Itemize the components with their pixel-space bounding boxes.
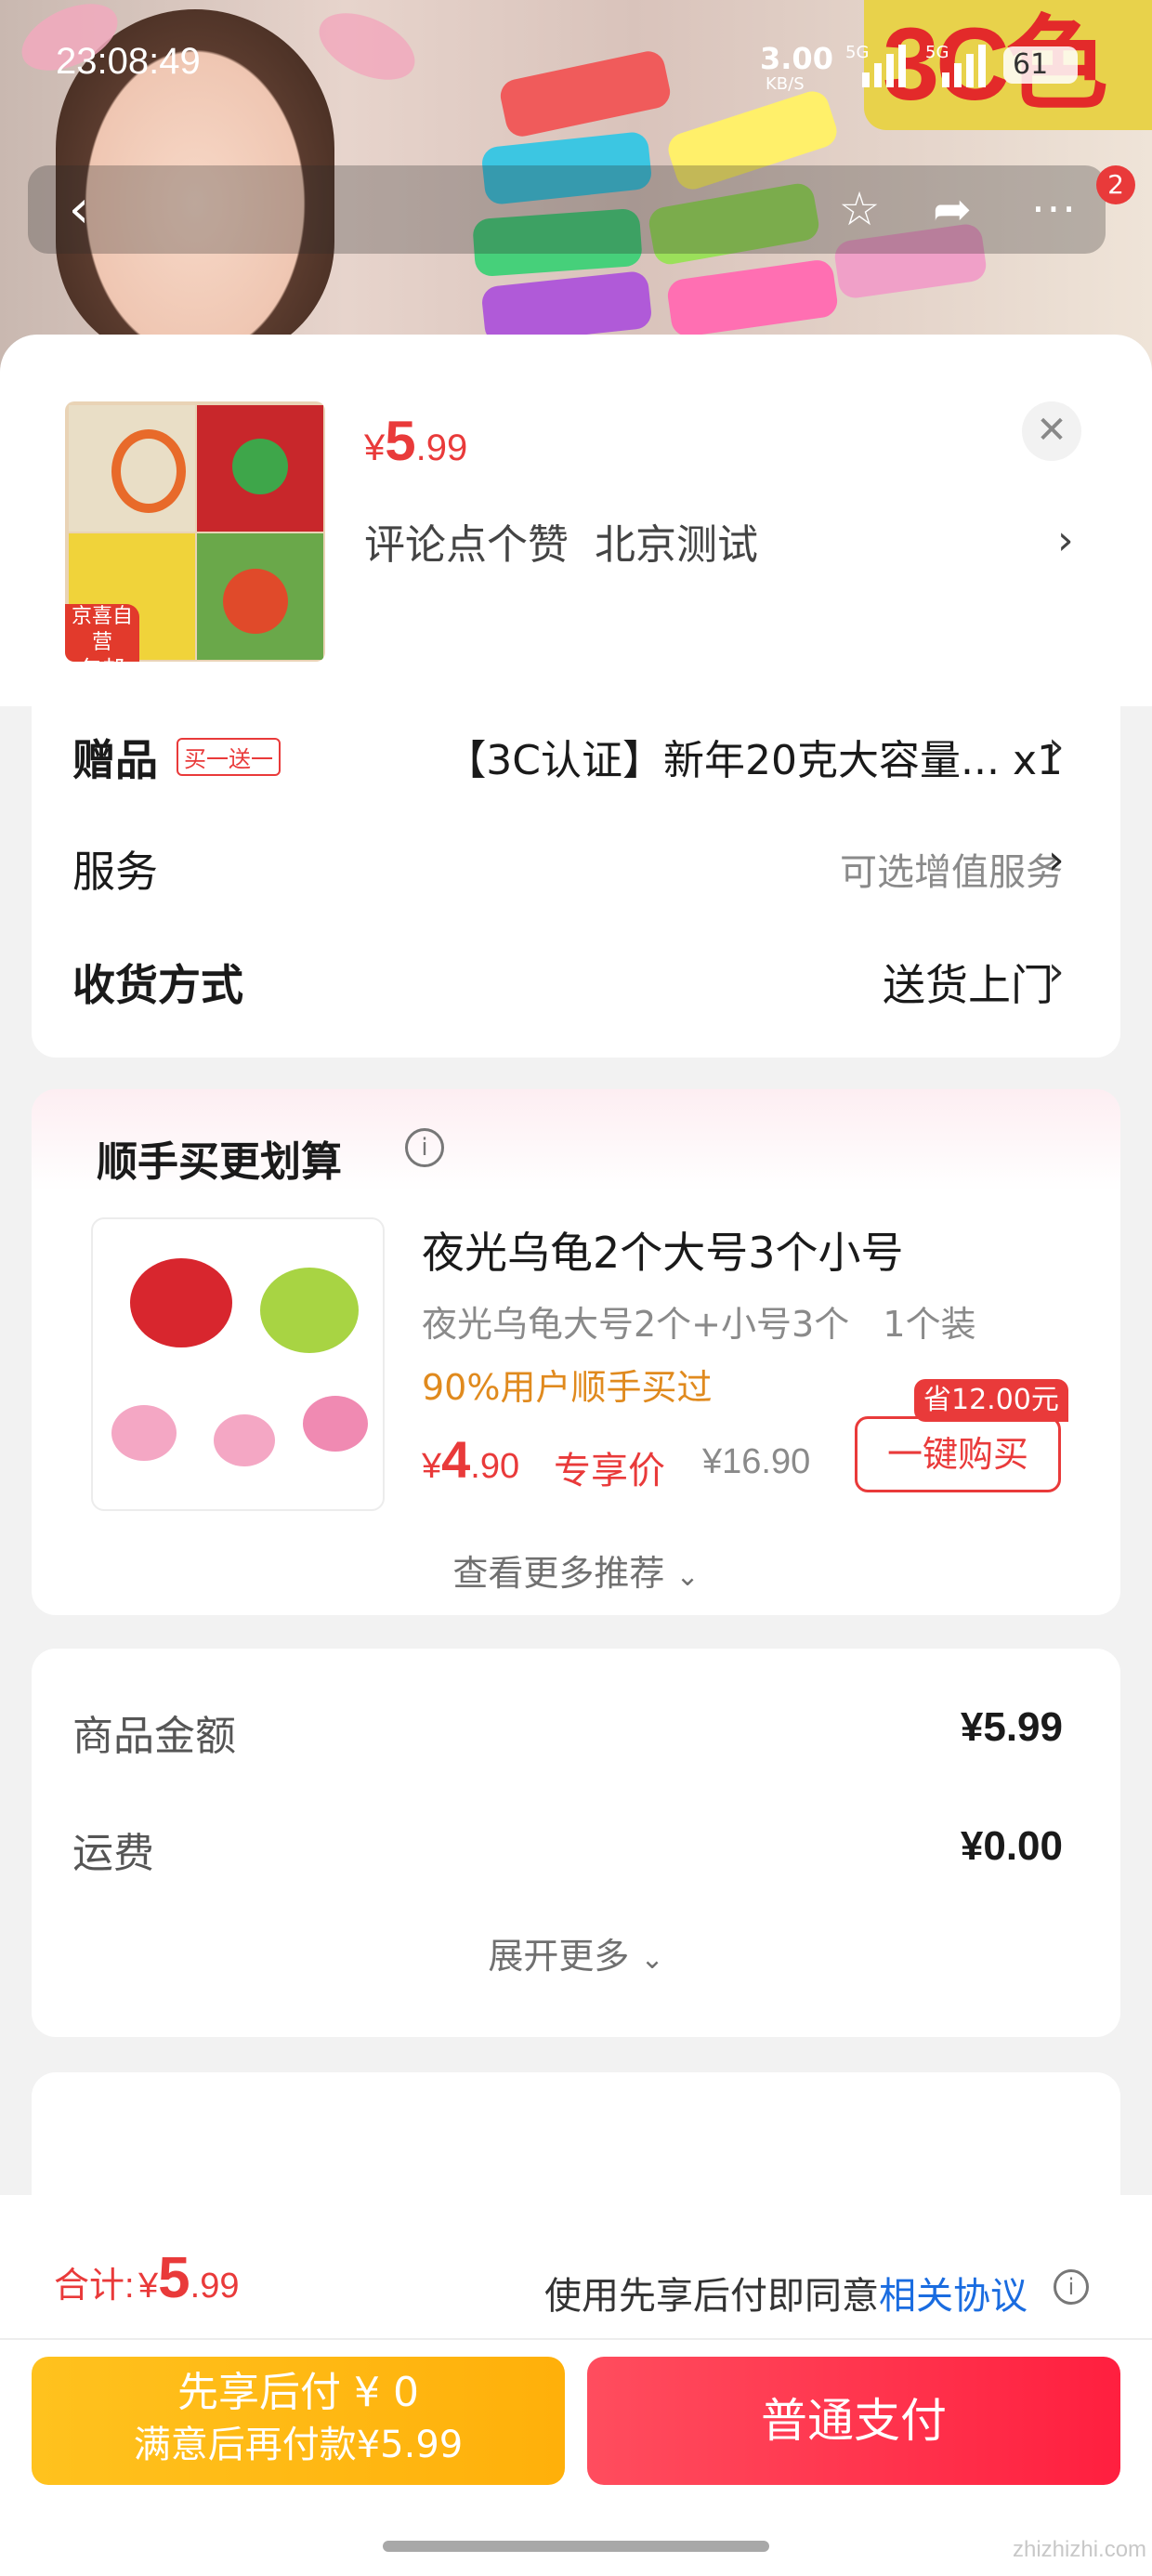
price-int: 5: [385, 410, 416, 472]
price-int: 4: [441, 1430, 471, 1489]
thumb-badge-line1: 京喜自营: [71, 605, 133, 654]
chevron-down-icon: ⌄: [675, 1560, 700, 1593]
snake-figure: [111, 429, 186, 513]
normal-pay-button[interactable]: 普通支付: [587, 2357, 1120, 2485]
turtle-figure: [303, 1396, 368, 1452]
product-spec[interactable]: 评论点个赞 北京测试: [364, 511, 758, 571]
turtle-figure: [111, 1405, 177, 1461]
service-value[interactable]: 可选增值服务: [589, 842, 1063, 896]
agreement-text: 使用先享后付即同意相关协议: [544, 2266, 1028, 2320]
thumb-badge: 京喜自营 包邮: [65, 604, 139, 662]
total-price: 合计: ¥5.99: [54, 2245, 239, 2311]
product-price: ¥5.99: [364, 409, 467, 473]
price-tag: 专享价: [554, 1450, 665, 1492]
snake-figure: [223, 569, 288, 634]
price-dec: .99: [190, 2267, 240, 2306]
battery-icon: 61: [1003, 46, 1078, 84]
home-indicator[interactable]: [383, 2541, 769, 2552]
goods-amount-value: ¥5.99: [960, 1704, 1063, 1750]
price-symbol: ¥: [422, 1447, 442, 1486]
gift-value[interactable]: 【3C认证】新年20克大容量... x1: [385, 727, 1063, 786]
agreement-prefix: 使用先享后付即同意: [544, 2275, 879, 2318]
status-bar-right: 3.00 KB/S 5G 5G 61: [760, 41, 1132, 94]
turtle-figure: [260, 1268, 359, 1353]
turtle-figure: [130, 1258, 232, 1347]
total-label: 合计:: [54, 2267, 135, 2306]
price-dec: .90: [470, 1447, 520, 1486]
chevron-down-icon: ⌄: [640, 1943, 664, 1976]
view-more-recommend[interactable]: 查看更多推荐 ⌄: [32, 1544, 1120, 1596]
info-icon[interactable]: i: [405, 1128, 444, 1167]
snake-figure: [232, 439, 288, 494]
signal-icon: [942, 45, 990, 89]
price-symbol: ¥: [364, 427, 386, 468]
watermark: zhizhizhi.com: [1013, 2537, 1147, 2562]
recommend-item-title[interactable]: 夜光乌龟2个大号3个小号: [422, 1219, 904, 1281]
info-icon[interactable]: i: [1054, 2269, 1089, 2305]
turtle-figure: [214, 1414, 275, 1466]
top-nav-bar: ‹ ☆ ➦ ···: [28, 165, 1106, 254]
share-icon[interactable]: ➦: [910, 165, 994, 254]
view-more-label: 查看更多推荐: [452, 1553, 665, 1594]
delivery-label: 收货方式: [72, 960, 243, 1010]
gift-label: 赠品: [72, 735, 158, 785]
close-icon[interactable]: ✕: [1022, 401, 1081, 461]
clay-block: [665, 257, 840, 339]
chevron-left-icon[interactable]: ‹: [37, 165, 121, 254]
product-thumbnail[interactable]: 京喜自营 包邮: [65, 401, 325, 662]
price-int: 5: [158, 2246, 190, 2310]
recommend-title: 顺手买更划算: [97, 1138, 342, 1186]
signal-icon: [862, 45, 910, 89]
chevron-right-icon[interactable]: ›: [1057, 517, 1074, 564]
battery-level: 61: [1013, 48, 1049, 81]
agreement-link[interactable]: 相关协议: [879, 2275, 1028, 2318]
price-dec: .99: [415, 427, 468, 468]
summary-card: 商品金额 ¥5.99 运费 ¥0.00 展开更多 ⌄: [32, 1649, 1120, 2037]
recommend-card: 顺手买更划算 i 夜光乌龟2个大号3个小号 夜光乌龟大号2个+小号3个 1个装 …: [32, 1089, 1120, 1615]
gift-tag: 买一送一: [177, 738, 281, 776]
price-symbol: ¥: [138, 2267, 159, 2306]
message-badge: 2: [1096, 165, 1135, 204]
original-price: ¥16.90: [702, 1442, 811, 1481]
shipping-label: 运费: [72, 1830, 154, 1877]
thumb-badge-line2: 包邮: [65, 656, 139, 662]
pay-later-button[interactable]: 先享后付 ¥ 0 满意后再付款¥5.99: [32, 2357, 565, 2485]
product-header: 京喜自营 包邮 ¥5.99 评论点个赞 北京测试 › ✕: [0, 335, 1152, 706]
goods-amount-label: 商品金额: [72, 1713, 236, 1760]
network-unit: KB/S: [766, 74, 805, 94]
expand-more-label: 展开更多: [488, 1936, 630, 1977]
chevron-right-icon[interactable]: ›: [1048, 948, 1065, 995]
recommend-price: ¥4.90: [422, 1429, 519, 1490]
service-label: 服务: [72, 847, 158, 897]
delivery-value[interactable]: 送货上门: [589, 952, 1054, 1013]
chevron-right-icon[interactable]: ›: [1048, 723, 1065, 770]
more-icon[interactable]: ···: [1013, 165, 1096, 254]
hair-bow-right: [308, 0, 425, 94]
pay-later-line2: 满意后再付款¥5.99: [133, 2424, 464, 2466]
star-icon[interactable]: ☆: [818, 165, 901, 254]
one-click-buy-button[interactable]: 一键购买: [855, 1416, 1061, 1492]
shipping-value: ¥0.00: [960, 1823, 1063, 1869]
expand-more[interactable]: 展开更多 ⌄: [32, 1927, 1120, 1978]
pay-later-line1: 先享后付 ¥ 0: [177, 2369, 419, 2416]
clay-block: [497, 47, 674, 140]
options-card: 赠品 买一送一 【3C认证】新年20克大容量... x1 › 服务 可选增值服务…: [32, 697, 1120, 1058]
chevron-right-icon[interactable]: ›: [1048, 836, 1065, 884]
recommend-thumbnail[interactable]: [91, 1217, 385, 1511]
recommend-item-spec: 夜光乌龟大号2个+小号3个 1个装: [422, 1304, 976, 1345]
divider: [0, 2338, 1152, 2340]
recommend-hint: 90%用户顺手买过: [422, 1367, 713, 1408]
network-speed: 3.00: [760, 41, 833, 76]
status-time: 23:08:49: [56, 41, 201, 82]
